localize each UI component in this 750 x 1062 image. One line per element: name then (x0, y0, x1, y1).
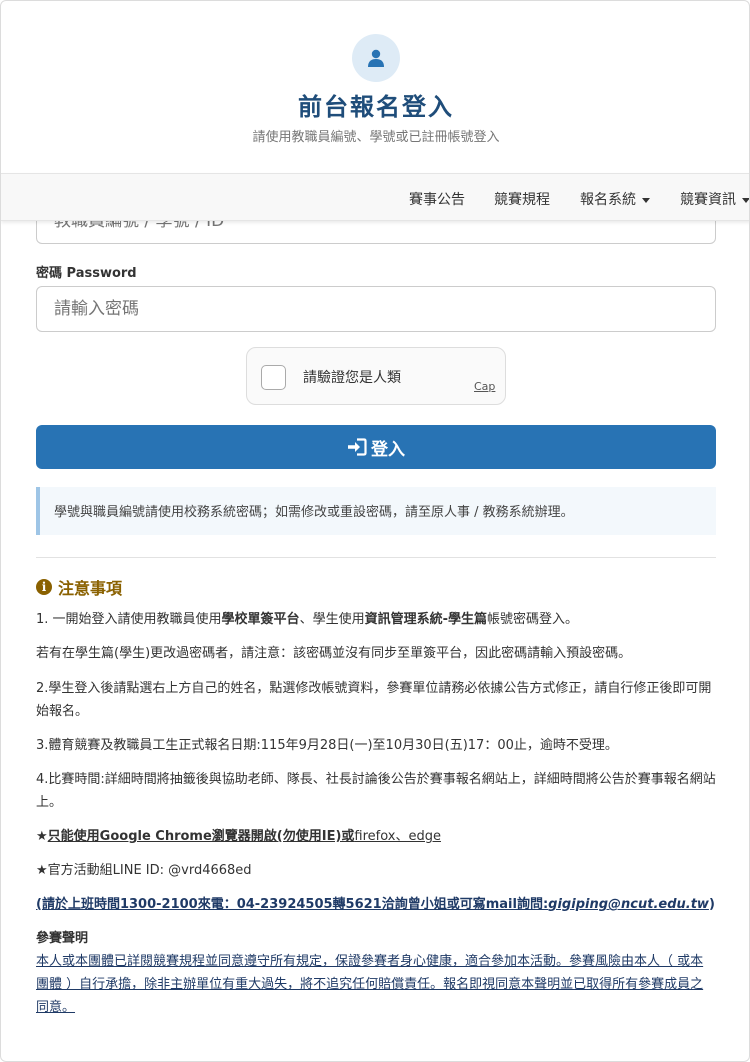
captcha-widget: 請驗證您是人類 Cap (246, 347, 506, 405)
disclaimer-title: 參賽聲明 (36, 931, 89, 946)
nav-item-announcements[interactable]: 賽事公告 (409, 189, 465, 209)
notice-item-1: 1. 一開始登入請使用教職員使用學校單簽平台、學生使用資訊管理系統-學生篇帳號密… (36, 608, 716, 631)
notice-heading-label: 注意事項 (58, 579, 123, 598)
password-label: 密碼 Password (36, 266, 137, 281)
nav-item-info[interactable]: 競賽資訊 (680, 189, 749, 209)
contact-close: ) (708, 897, 715, 912)
page-subtitle: 請使用教職員編號、學號或已註冊帳號登入 (252, 130, 500, 145)
page-title: 前台報名登入 (298, 93, 454, 121)
notice-item-2: 2.學生登入後請點選右上方自己的姓名，點選修改帳號資料，參賽單位請務必依據公告方… (36, 681, 712, 719)
browser-notice: ★只能使用Google Chrome瀏覽器開啟(勿使用IE)或firefox、e… (36, 825, 716, 848)
notice-item-1-b: 學校單簽平台 (221, 612, 300, 627)
nav-item-rules[interactable]: 競賽規程 (494, 189, 550, 209)
captcha-label: 請驗證您是人類 (303, 370, 401, 386)
login-button[interactable]: 登入 (36, 425, 716, 469)
nav-item-registration-label: 報名系統 (580, 192, 636, 208)
browser-alt: firefox、edge (354, 829, 441, 844)
browser-star: ★ (36, 829, 48, 844)
contact-info: (請於上班時間1300-2100來電：04-23924505轉5621洽詢曾小姐… (36, 893, 716, 916)
info-icon: i (36, 579, 52, 595)
notice-item-1-a: 1. 一開始登入請使用教職員使用 (36, 612, 222, 627)
top-navbar: 賽事公告 競賽規程 報名系統 競賽資訊 (1, 173, 749, 221)
login-card: 前台報名登入 請使用教職員編號、學號或已註冊帳號登入 賽事公告 競賽規程 報名系… (0, 0, 750, 1062)
notice-item-4: 4.比賽時間:詳細時間將抽籤後與協助老師、隊長、社長討論後公告於賽事報名網站上，… (36, 772, 716, 810)
login-button-label: 登入 (371, 439, 405, 460)
nav-item-info-label: 競賽資訊 (680, 192, 736, 208)
notice-item-1-c: 、學生使用 (299, 612, 365, 627)
divider (36, 557, 716, 558)
disclaimer-text: 本人或本團體已詳閱競賽規程並同意遵守所有規定，保證參賽者身心健康，適合參加本活動… (36, 954, 704, 1015)
info-alert: 學號與職員編號請使用校務系統密碼；如需修改或重設密碼，請至原人事 / 教務系統辦… (36, 487, 716, 535)
line-id: ★官方活動組LINE ID: @vrd4668ed (36, 863, 252, 878)
nav-item-registration[interactable]: 報名系統 (580, 189, 650, 209)
chevron-down-icon (642, 197, 650, 203)
browser-text: 只能使用Google Chrome瀏覽器開啟(勿使用IE)或 (47, 829, 355, 844)
captcha-brand-link[interactable]: Cap (474, 380, 495, 393)
user-icon (352, 34, 400, 82)
captcha-checkbox[interactable] (261, 365, 286, 390)
password-input[interactable] (36, 286, 716, 332)
notice-heading: i 注意事項 (36, 575, 122, 599)
sign-in-icon (348, 438, 367, 456)
login-header: 前台報名登入 請使用教職員編號、學號或已註冊帳號登入 (1, 1, 749, 173)
notice-item-1-d: 資訊管理系統-學生篇 (364, 612, 487, 627)
notice-item-1-note: 若有在學生篇(學生)更改過密碼者，請注意：該密碼並沒有同步至單簽平台，因此密碼請… (36, 646, 632, 661)
contact-text: (請於上班時間1300-2100來電：04-23924505轉5621洽詢曾小姐… (36, 897, 549, 912)
chevron-down-icon (742, 197, 749, 203)
contact-email-link[interactable]: gigiping@ncut.edu.tw (548, 897, 709, 912)
notice-item-3: 3.體育競賽及教職員工生正式報名日期:115年9月28日(一)至10月30日(五… (36, 738, 618, 753)
notice-item-1-e: 帳號密碼登入。 (486, 612, 578, 627)
